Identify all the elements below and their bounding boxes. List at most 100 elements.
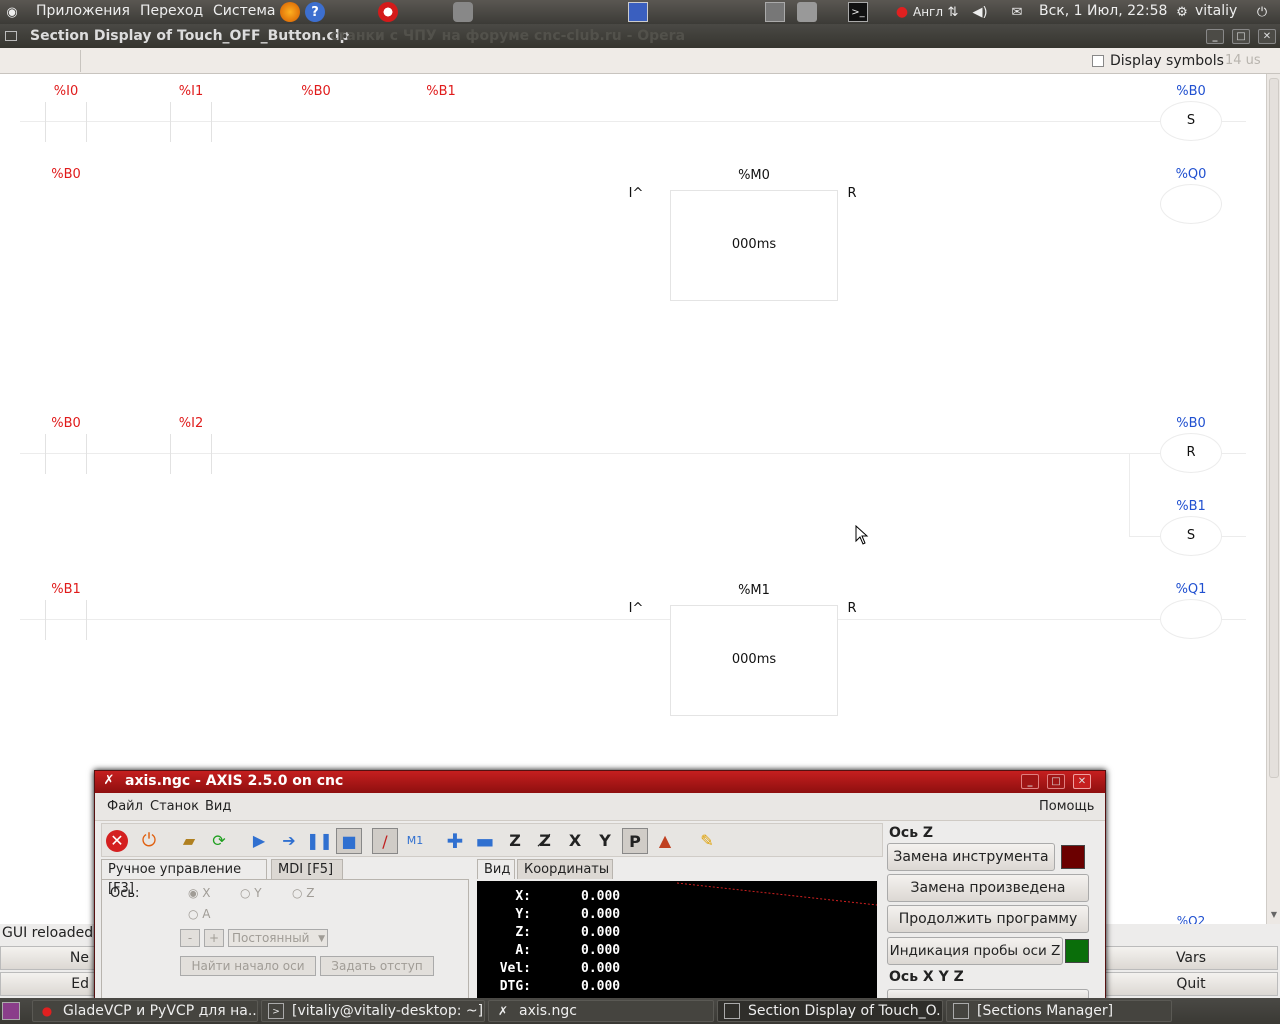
view-z-icon[interactable]: Z xyxy=(502,828,528,854)
display-symbols-label[interactable]: Display symbols xyxy=(1110,53,1224,69)
axis-close-button[interactable]: ✕ xyxy=(1073,774,1091,789)
view-p-icon[interactable]: P xyxy=(622,828,648,854)
axis-maximize-button[interactable]: □ xyxy=(1047,774,1065,789)
tool-change-button[interactable]: Замена инструмента xyxy=(887,843,1055,871)
close-button[interactable]: ✕ xyxy=(1258,29,1276,44)
display-symbols-checkbox[interactable] xyxy=(1092,55,1104,67)
quit-button[interactable]: Quit xyxy=(1104,972,1278,996)
view-x-icon[interactable]: X xyxy=(562,828,588,854)
coil-reset[interactable]: R xyxy=(1160,433,1222,473)
open-file-icon[interactable]: ▰ xyxy=(176,828,202,854)
menu-machine[interactable]: Станок xyxy=(150,799,199,814)
task-sections-manager[interactable]: [Sections Manager] xyxy=(946,1000,1172,1022)
machine-power-icon[interactable]: ⏻ xyxy=(136,828,162,854)
firefox-icon[interactable] xyxy=(280,2,300,22)
mail-icon[interactable]: ✉ xyxy=(1007,2,1027,22)
window-icon xyxy=(724,1003,740,1019)
reload-icon[interactable]: ⟳ xyxy=(206,828,232,854)
vars-button[interactable]: Vars xyxy=(1104,946,1278,970)
tab-dro[interactable]: Координаты xyxy=(517,859,613,879)
axis-radio-y[interactable]: ○ Y xyxy=(240,886,262,900)
axis-titlebar[interactable]: ✗ axis.ngc - AXIS 2.5.0 on cnc _ □ ✕ xyxy=(95,771,1105,793)
opera-tray-icon[interactable]: ● xyxy=(892,2,912,22)
jog-mode-select[interactable]: Постоянный ▼ xyxy=(228,929,328,947)
view-z2-icon[interactable]: Z̸ xyxy=(532,828,558,854)
jog-plus-button[interactable]: + xyxy=(204,929,224,947)
timer-m0[interactable]: 000ms xyxy=(670,190,838,301)
vertical-scrollbar[interactable]: ▲ ▼ xyxy=(1266,74,1280,924)
task-axis[interactable]: ✗ axis.ngc xyxy=(488,1000,714,1022)
new-button[interactable]: Ne xyxy=(0,946,96,970)
axis-radio-z[interactable]: ○ Z xyxy=(292,886,315,900)
clear-plot-icon[interactable]: ✎ xyxy=(694,828,720,854)
estop-icon[interactable]: ✕ xyxy=(106,830,128,852)
timer-m1[interactable]: 000ms xyxy=(670,605,838,716)
axis-radio-x[interactable]: ◉ X xyxy=(188,886,211,900)
contact-i2[interactable] xyxy=(170,434,212,474)
pause-icon[interactable]: ❚❚ xyxy=(306,828,333,854)
step-icon[interactable]: ➔ xyxy=(276,828,302,854)
menu-system[interactable]: Система xyxy=(213,3,275,19)
zoom-in-icon[interactable]: ✚ xyxy=(442,828,468,854)
menu-view[interactable]: Вид xyxy=(205,799,231,814)
scroll-thumb[interactable] xyxy=(1269,78,1279,778)
axis-radio-a[interactable]: ○ A xyxy=(188,907,211,921)
show-desktop-icon[interactable] xyxy=(2,1002,20,1020)
menu-file[interactable]: Файл xyxy=(107,799,143,814)
maximize-button[interactable]: □ xyxy=(1232,29,1250,44)
axis-icon: ✗ xyxy=(497,1004,509,1018)
contact-b0[interactable] xyxy=(45,434,87,474)
stop-icon[interactable]: ■ xyxy=(336,828,362,854)
minimize-button[interactable]: _ xyxy=(1206,29,1224,44)
calculator-icon[interactable] xyxy=(765,2,785,22)
help-icon[interactable]: ? xyxy=(305,2,325,22)
scroll-down-icon[interactable]: ▼ xyxy=(1269,910,1279,920)
tool-changed-button[interactable]: Замена произведена xyxy=(887,874,1089,902)
coil-set[interactable]: S xyxy=(1160,516,1222,556)
task-opera[interactable]: ● GladeVCP и PyVCP для на... xyxy=(32,1000,258,1022)
home-axis-button[interactable]: Найти начало оси xyxy=(180,956,316,976)
contact-b1[interactable] xyxy=(45,600,87,640)
continue-program-button[interactable]: Продолжить программу xyxy=(887,905,1089,933)
jog-minus-button[interactable]: - xyxy=(180,929,200,947)
contact-i1[interactable] xyxy=(170,102,212,142)
zoom-out-icon[interactable]: ▬ xyxy=(472,828,498,854)
menu-help[interactable]: Помощь xyxy=(1039,799,1094,814)
timer-input-label: I^ xyxy=(628,601,644,616)
camera-icon[interactable] xyxy=(797,2,817,22)
keyboard-layout[interactable]: Англ xyxy=(913,5,943,19)
window-titlebar[interactable]: Section Display of Touch_OFF_Button.clp … xyxy=(0,24,1280,48)
run-icon[interactable]: ▶ xyxy=(246,828,272,854)
tab-preview[interactable]: Вид xyxy=(477,859,515,879)
rotate-view-icon[interactable]: ▲ xyxy=(652,828,678,854)
network-icon[interactable] xyxy=(628,2,648,22)
coil-label: %B0 xyxy=(1176,84,1206,99)
ubuntu-logo-icon[interactable]: ◉ xyxy=(2,2,22,22)
gimp-icon[interactable] xyxy=(453,2,473,22)
probe-z-button[interactable]: Индикация пробы оси Z xyxy=(887,937,1063,965)
coil-q1[interactable] xyxy=(1160,599,1222,639)
contact-i0[interactable] xyxy=(45,102,87,142)
power-icon[interactable]: ⏻ xyxy=(1252,2,1272,22)
terminal-icon[interactable]: >_ xyxy=(848,2,868,22)
opera-icon[interactable] xyxy=(378,2,398,22)
coil-q0[interactable] xyxy=(1160,184,1222,224)
view-y-icon[interactable]: Y xyxy=(592,828,618,854)
network-tray-icon[interactable]: ⇅ xyxy=(943,2,963,22)
clock[interactable]: Вск, 1 Июл, 22:58 xyxy=(1039,3,1167,19)
volume-icon[interactable]: ◀) xyxy=(970,2,990,22)
axis-minimize-button[interactable]: _ xyxy=(1021,774,1039,789)
menu-applications[interactable]: Приложения xyxy=(36,3,130,19)
edit-button[interactable]: Ed xyxy=(0,972,96,996)
manual-panel: Ось: ◉ X ○ Y ○ Z ○ A - + Постоянный ▼ Най… xyxy=(101,879,469,1003)
coil-set[interactable]: S xyxy=(1160,101,1222,141)
task-terminal[interactable]: > [vitaliy@vitaliy-desktop: ~] xyxy=(261,1000,485,1022)
menu-places[interactable]: Переход xyxy=(140,3,203,19)
user-name[interactable]: vitaliy xyxy=(1195,3,1237,19)
task-section-display[interactable]: Section Display of Touch_O... xyxy=(717,1000,943,1022)
tab-mdi[interactable]: MDI [F5] xyxy=(271,859,343,879)
touch-off-button[interactable]: Задать отступ xyxy=(320,956,434,976)
tab-manual[interactable]: Ручное управление [F3] xyxy=(101,859,267,896)
optional-stop-icon[interactable]: M1 xyxy=(402,828,428,854)
block-delete-icon[interactable]: / xyxy=(372,828,398,854)
